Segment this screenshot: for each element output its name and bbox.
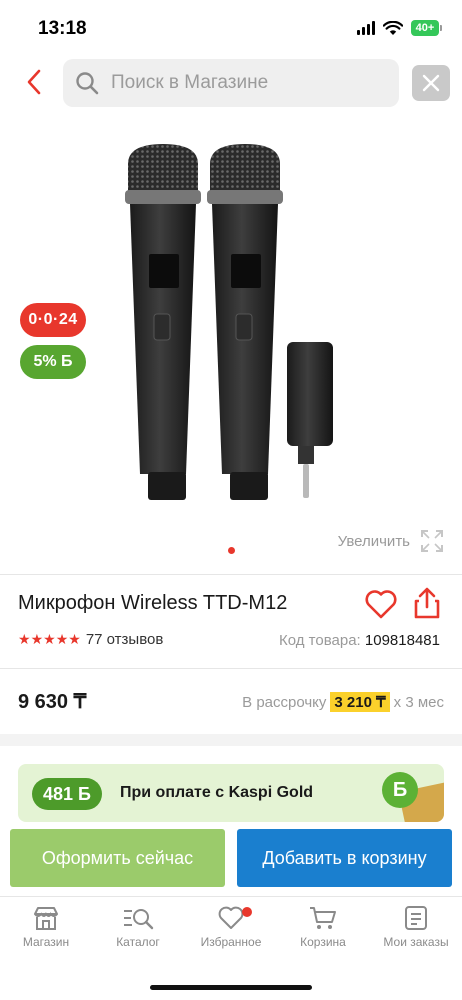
search-header: [0, 56, 462, 112]
battery-level: 40+: [411, 20, 439, 36]
bonus-coin-icon: Б: [382, 772, 418, 808]
status-icons: 40+: [357, 20, 442, 36]
home-indicator: [150, 985, 312, 990]
action-bar: Оформить сейчас Добавить в корзину: [0, 827, 462, 893]
orders-icon: [405, 906, 427, 930]
share-button[interactable]: [412, 586, 442, 620]
add-to-cart-button[interactable]: Добавить в корзину: [237, 829, 452, 887]
battery-icon: 40+: [411, 20, 442, 36]
heart-outline-icon: [365, 590, 397, 619]
kaspi-gold-banner[interactable]: 481 Б При оплате с Kaspi Gold Б: [18, 764, 444, 822]
gold-bonus-pill: 481 Б: [32, 778, 102, 810]
rating-row[interactable]: ★ ★ ★ ★ ★ 77 отзывов: [18, 631, 163, 648]
favorite-button[interactable]: [364, 588, 398, 620]
nav-item-orders[interactable]: Мои заказы: [371, 905, 461, 949]
divider: [0, 668, 462, 669]
nav-item-cart[interactable]: Корзина: [278, 905, 368, 949]
star-icon: ★: [43, 631, 56, 647]
status-bar: 13:18 40+: [0, 0, 462, 56]
checkout-now-button[interactable]: Оформить сейчас: [10, 829, 225, 887]
search-icon: [76, 72, 99, 95]
nav-label: Мои заказы: [383, 935, 449, 949]
bonus-badge: 5% Б: [20, 345, 86, 379]
status-time: 13:18: [38, 18, 87, 39]
installment-info: В рассрочку 3 210 ₸ x 3 мес: [242, 692, 444, 712]
nav-item-shop[interactable]: Магазин: [1, 905, 91, 949]
gallery-dot-active: [228, 547, 235, 554]
notification-dot: [242, 907, 252, 917]
star-icon: ★: [55, 631, 69, 647]
divider: [0, 574, 462, 575]
nav-label: Магазин: [22, 935, 70, 949]
rating-stars: ★ ★ ★ ★ ★: [18, 631, 81, 648]
product-code: Код товара: 109818481: [279, 632, 440, 649]
installment-term: x 3 мес: [393, 693, 444, 711]
nav-label: Корзина: [300, 935, 346, 949]
zoom-button[interactable]: Увеличить: [338, 529, 444, 553]
expand-icon: [421, 530, 443, 552]
catalog-search-icon: [124, 909, 154, 930]
product-gallery[interactable]: [0, 124, 462, 564]
nav-item-catalog[interactable]: Каталог: [93, 905, 183, 949]
product-code-value: 109818481: [364, 632, 440, 649]
clear-search-button[interactable]: [412, 65, 450, 101]
wifi-icon: [383, 20, 403, 35]
zoom-label: Увеличить: [337, 532, 410, 550]
shop-icon: [34, 907, 58, 930]
installment-amount: 3 210 ₸: [330, 692, 390, 712]
product-title: Микрофон Wireless TTD-M12: [18, 592, 288, 614]
nav-item-favorites[interactable]: Избранное: [186, 905, 276, 949]
product-price: 9 630 ₸: [18, 691, 87, 713]
installment-prefix: В рассрочку: [242, 693, 327, 711]
star-half-icon: ★: [68, 631, 81, 647]
star-icon: ★: [18, 631, 31, 647]
gold-banner-text: При оплате с Kaspi Gold: [120, 784, 314, 801]
search-input[interactable]: [111, 72, 381, 94]
star-icon: ★: [30, 631, 44, 647]
heart-icon: [218, 906, 244, 929]
share-icon: [414, 587, 440, 619]
cart-icon: [310, 907, 336, 929]
installment-badge: 0·0·24: [20, 303, 86, 337]
back-arrow-icon: [27, 69, 41, 95]
back-button[interactable]: [20, 66, 48, 98]
cellular-signal-icon: [357, 21, 375, 35]
search-bar[interactable]: [63, 59, 399, 107]
nav-label: Каталог: [116, 935, 160, 949]
section-separator: [0, 734, 462, 746]
reviews-link[interactable]: 77 отзывов: [86, 631, 164, 648]
close-icon: [422, 74, 440, 92]
nav-label: Избранное: [200, 935, 262, 949]
product-code-label: Код товара:: [279, 632, 361, 649]
